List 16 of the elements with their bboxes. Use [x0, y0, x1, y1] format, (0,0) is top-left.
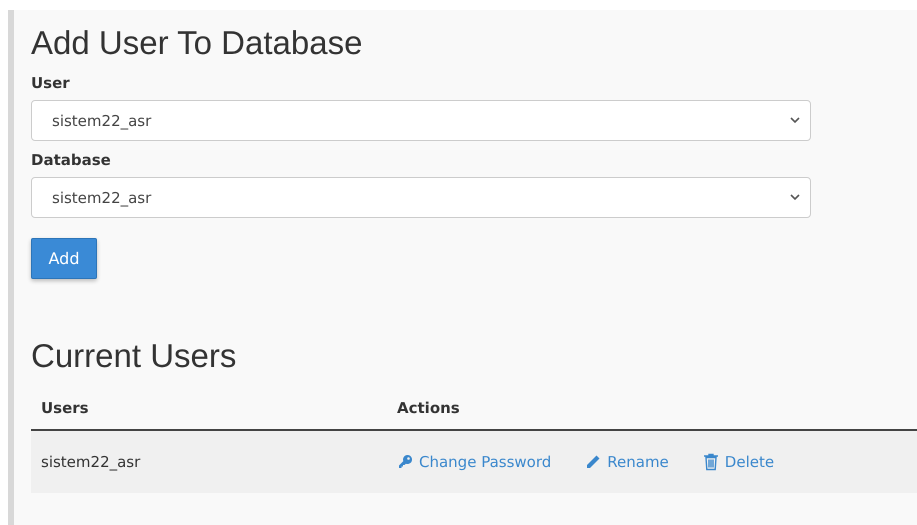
- pencil-icon: [585, 454, 602, 470]
- add-button[interactable]: Add: [31, 238, 97, 279]
- select-field[interactable]: sistem22_asr: [31, 100, 811, 141]
- user-name: sistem22_asr: [41, 453, 140, 471]
- select-field[interactable]: sistem22_asr: [31, 177, 811, 218]
- key-icon: [397, 454, 413, 470]
- field-label: User: [31, 74, 71, 92]
- trash-icon: [702, 453, 719, 471]
- action-link[interactable]: Change Password: [397, 453, 552, 471]
- field-label: Database: [31, 151, 112, 169]
- section-title: Add User To Database: [31, 24, 364, 62]
- chevron-icon: [790, 117, 800, 124]
- action-link[interactable]: Delete: [702, 453, 774, 471]
- action-link[interactable]: Rename: [585, 453, 669, 471]
- section-title: Current Users: [31, 337, 238, 375]
- chevron-icon: [790, 194, 800, 201]
